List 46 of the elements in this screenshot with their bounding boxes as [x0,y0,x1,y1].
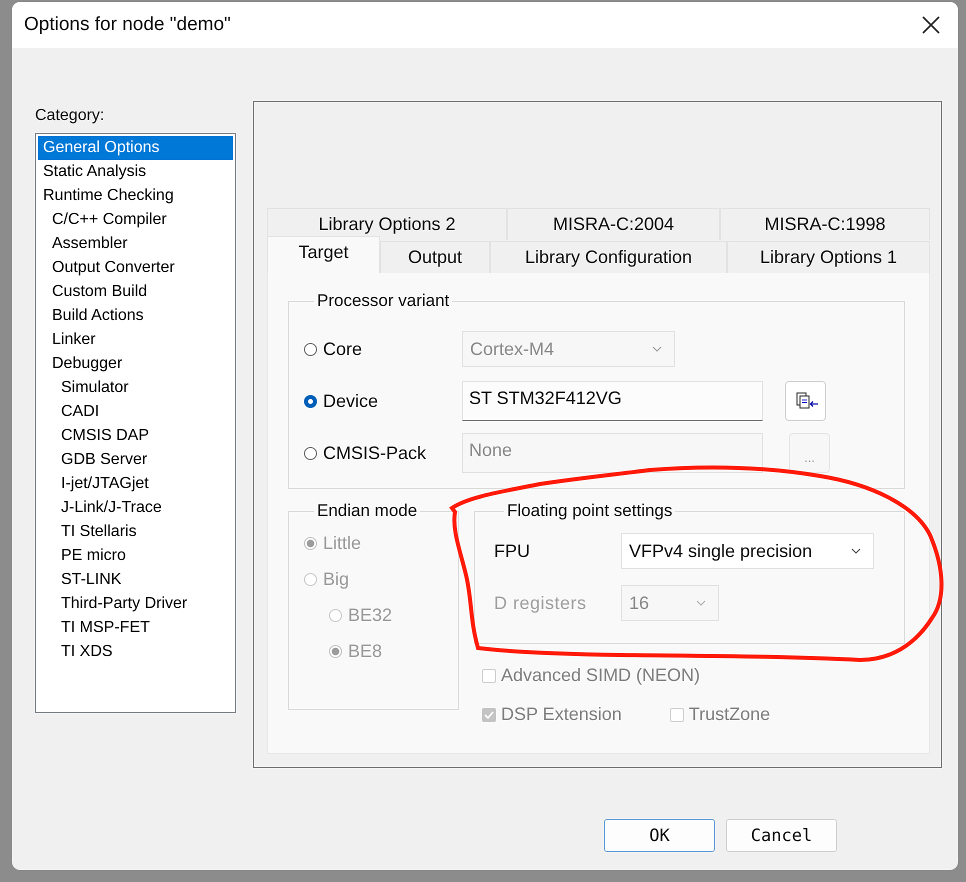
category-item[interactable]: Assembler [38,232,233,256]
close-icon [922,16,940,34]
category-item[interactable]: Build Actions [38,304,233,328]
category-item[interactable]: Debugger [38,352,233,376]
chevron-down-icon [652,346,662,352]
category-item[interactable]: Linker [38,328,233,352]
tab[interactable]: Output [380,241,490,273]
group-title: Floating point settings [506,501,674,521]
chevron-down-icon [696,600,706,606]
tab[interactable]: MISRA-C:1998 [720,208,930,240]
cancel-button[interactable]: Cancel [726,819,837,852]
category-item[interactable]: Static Analysis [38,160,233,184]
field-label: FPU [494,540,531,562]
category-item[interactable]: Third-Party Driver [38,592,233,616]
tab[interactable]: MISRA-C:2004 [507,208,720,240]
input-field[interactable]: ST STM32F412VG [462,381,763,421]
category-item[interactable]: Output Converter [38,256,233,280]
window-title: Options for node "demo" [24,14,231,36]
group-title: Processor variant [316,291,450,311]
tab[interactable]: Library Options 2 [267,208,507,240]
tab[interactable]: Library Configuration [490,241,727,273]
category-item[interactable]: TI XDS [38,640,233,664]
category-label: Category: [35,107,106,126]
category-item[interactable]: J-Link/J-Trace [38,496,233,520]
category-item[interactable]: C/C++ Compiler [38,208,233,232]
category-item[interactable]: TI MSP-FET [38,616,233,640]
category-item[interactable]: TI Stellaris [38,520,233,544]
category-item[interactable]: PE micro [38,544,233,568]
radio-button[interactable]: Device [304,390,462,412]
category-item[interactable]: General Options [38,136,233,160]
category-item[interactable]: Simulator [38,376,233,400]
tab[interactable]: Target [267,236,380,273]
ok-button[interactable]: OK [604,819,715,852]
category-item[interactable]: CMSIS DAP [38,424,233,448]
field-label: D registers [494,592,588,614]
chevron-down-icon [851,548,861,554]
category-item[interactable]: GDB Server [38,448,233,472]
category-item[interactable]: ST-LINK [38,568,233,592]
group-title: Endian mode [316,501,418,521]
category-item[interactable]: I-jet/JTAGjet [38,472,233,496]
category-item[interactable]: Runtime Checking [38,184,233,208]
device-select-button[interactable] [785,381,826,421]
category-item[interactable]: CADI [38,400,233,424]
dropdown[interactable]: VFPv4 single precision [621,533,874,569]
tab[interactable]: Library Options 1 [727,241,930,273]
category-item[interactable]: Custom Build [38,280,233,304]
